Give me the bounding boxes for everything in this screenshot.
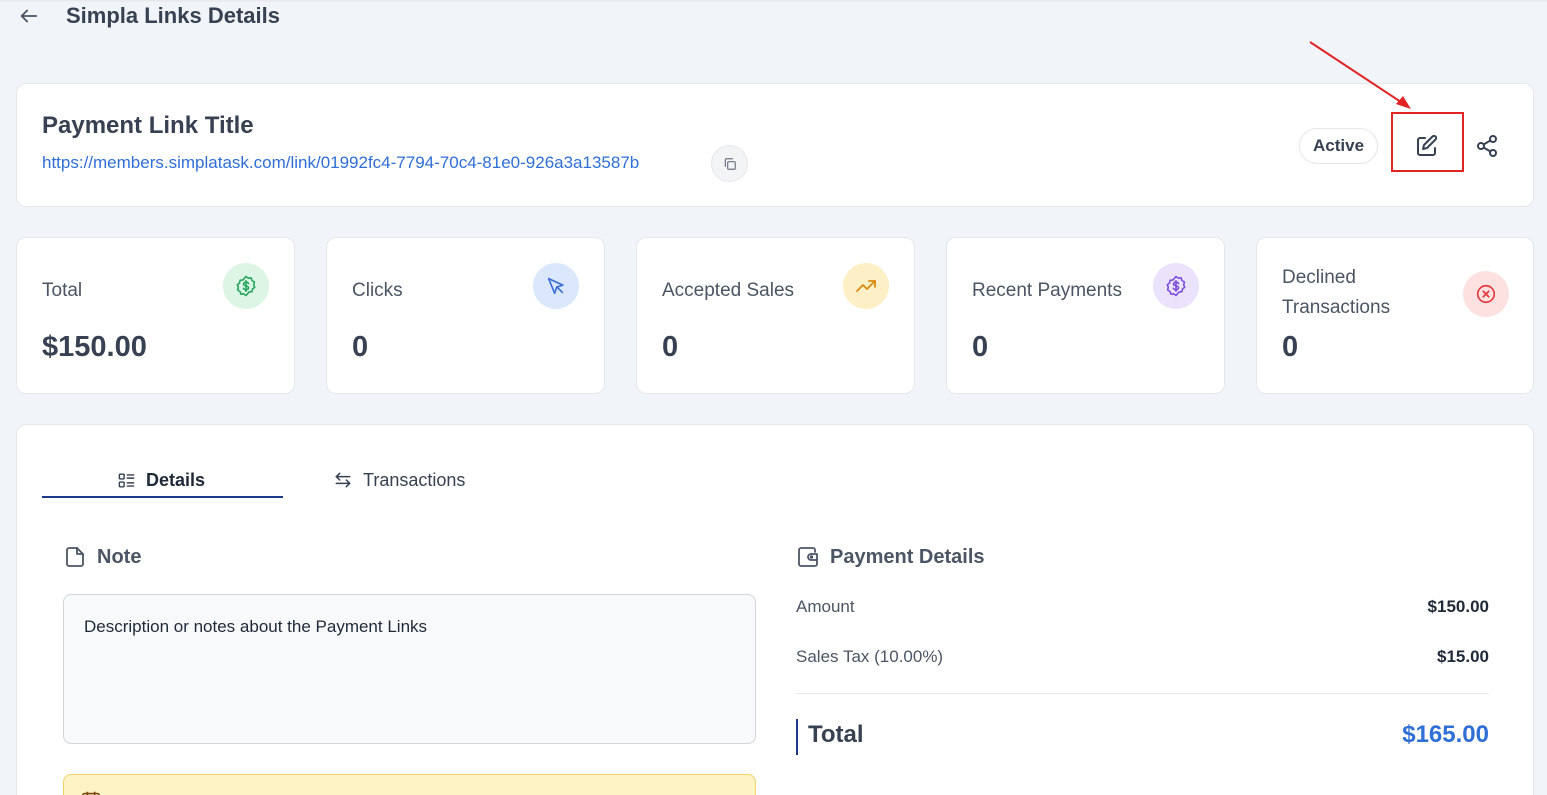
- wallet-icon: [798, 547, 818, 567]
- divider: [796, 693, 1489, 694]
- tab-transactions-label: Transactions: [363, 469, 466, 490]
- stat-value: 0: [972, 331, 989, 363]
- stat-card-total: Total $150.00: [16, 237, 295, 394]
- stat-label: Clicks: [352, 280, 403, 301]
- trending-up-icon: [843, 263, 889, 309]
- payment-details-title: Payment Details: [796, 545, 985, 569]
- note-text: Description or notes about the Payment L…: [63, 594, 756, 744]
- annotation-arrow: [1309, 41, 1411, 109]
- note-title-label: Note: [97, 545, 142, 568]
- x-circle-icon: [1463, 271, 1509, 317]
- details-panel: Details Transactions Note Description or…: [16, 424, 1534, 795]
- sales-tax-label: Sales Tax (10.00%): [796, 647, 944, 666]
- arrow-left-icon: [20, 9, 38, 23]
- stat-card-accepted-sales: Accepted Sales 0: [636, 237, 915, 394]
- copy-link-button[interactable]: [711, 145, 748, 182]
- stat-label: Total: [42, 280, 83, 301]
- cursor-icon: [533, 263, 579, 309]
- total-accent-bar: [796, 719, 798, 755]
- stat-label: Accepted Sales: [662, 280, 795, 301]
- status-badge: Active: [1299, 128, 1379, 164]
- sales-tax-row: Sales Tax (10.00%) $15.00: [796, 647, 1489, 667]
- amount-value: $150.00: [1427, 597, 1489, 616]
- link-title: Payment Link Title: [42, 112, 254, 139]
- stat-label: Recent Payments: [972, 280, 1122, 301]
- stat-card-declined-transactions: Declined Transactions 0: [1256, 237, 1534, 394]
- dollar-badge-icon: [1153, 263, 1199, 309]
- share-button[interactable]: [1469, 129, 1505, 163]
- share-icon: [1477, 135, 1497, 157]
- page-header: Simpla Links Details: [16, 0, 280, 32]
- stat-value: 0: [1282, 331, 1299, 363]
- amount-label: Amount: [796, 597, 855, 616]
- link-url[interactable]: https://members.simplatask.com/link/0199…: [42, 153, 639, 173]
- total-row: Total $165.00: [808, 721, 1489, 749]
- amount-row: Amount $150.00: [796, 597, 1489, 617]
- payment-details-title-label: Payment Details: [830, 545, 985, 568]
- tab-details-label: Details: [146, 469, 206, 490]
- stat-card-recent-payments: Recent Payments 0: [946, 237, 1225, 394]
- calendar-icon: [81, 791, 101, 795]
- annotation-highlight-box: [1391, 112, 1464, 172]
- tab-transactions[interactable]: Transactions: [333, 461, 465, 499]
- stat-label: Declined Transactions: [1282, 267, 1391, 318]
- back-button[interactable]: [16, 3, 42, 29]
- active-tab-underline: [42, 496, 283, 498]
- total-label: Total: [808, 721, 864, 748]
- arrows-exchange-icon: [335, 472, 351, 488]
- list-details-icon: [118, 472, 135, 488]
- tab-details[interactable]: Details: [117, 461, 205, 499]
- page-title: Simpla Links Details: [66, 3, 280, 28]
- total-value: $165.00: [1402, 721, 1489, 748]
- note-icon: [66, 547, 84, 567]
- note-section-title: Note: [63, 545, 141, 569]
- stat-value: 0: [662, 331, 679, 363]
- sales-tax-value: $15.00: [1437, 647, 1489, 666]
- copy-icon: [724, 157, 736, 170]
- stat-card-clicks: Clicks 0: [326, 237, 605, 394]
- stat-value: $150.00: [42, 331, 147, 363]
- dollar-badge-icon: [223, 263, 269, 309]
- info-alert: [63, 774, 756, 795]
- stat-value: 0: [352, 331, 369, 363]
